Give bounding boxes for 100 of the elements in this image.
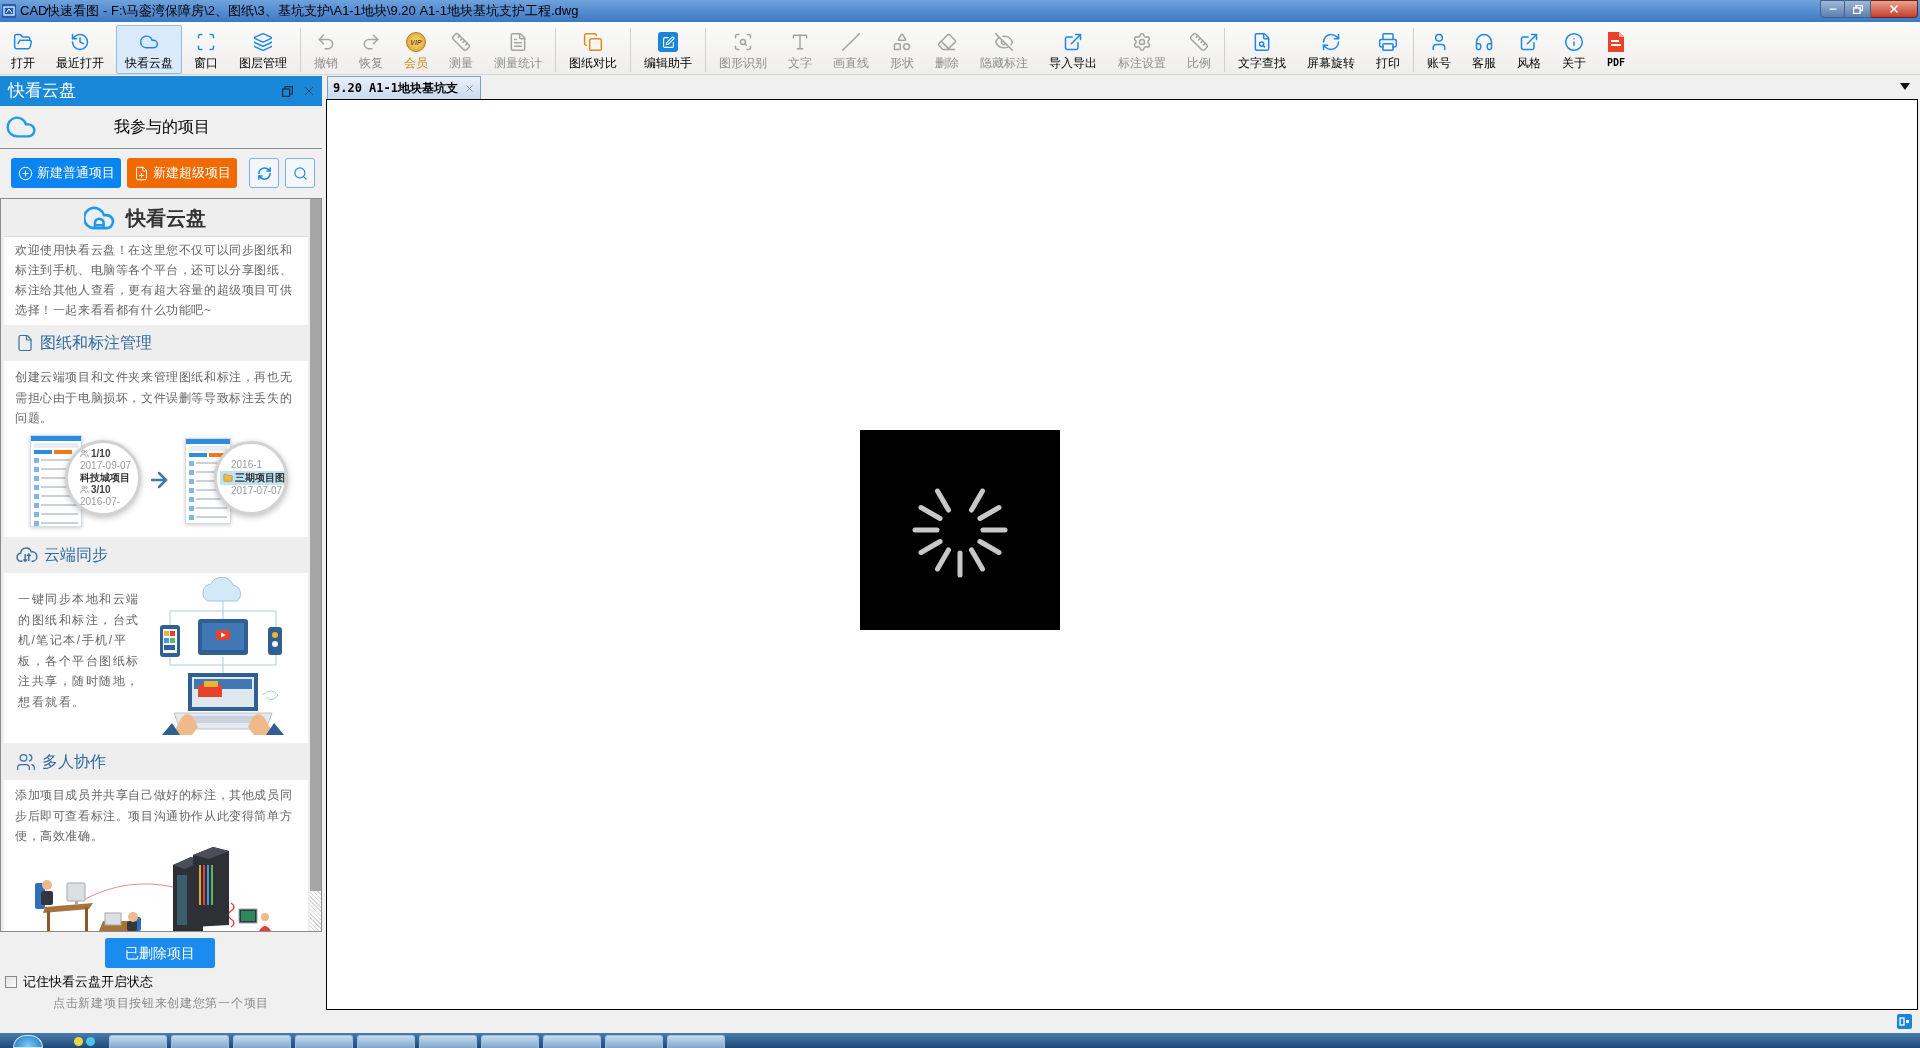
- window-title: CAD快速看图 - F:\马銮湾保障房\2、图纸\3、基坑支护\A1-1地块\9.20 A1-1地块基坑支护工程.dwg: [20, 3, 579, 19]
- magnified-text: 3/10: [91, 483, 111, 496]
- toolbar-button[interactable]: 账号: [1418, 25, 1460, 74]
- hint-text: 点击新建项目按钮来创建您第一个项目: [53, 997, 269, 1010]
- cloud-drive-icon: [84, 204, 116, 231]
- restore-icon: [1852, 4, 1863, 14]
- section-title: 云端同步: [44, 545, 108, 565]
- taskbar-button[interactable]: [419, 1035, 477, 1048]
- toolbar-button[interactable]: 编辑助手: [635, 25, 701, 74]
- pdf-file-icon: [1608, 32, 1625, 52]
- start-button[interactable]: [13, 1035, 43, 1048]
- toolbar-button[interactable]: 关于: [1553, 25, 1595, 74]
- taskbar-button[interactable]: [605, 1035, 663, 1048]
- toolbar-button[interactable]: 文字查找: [1229, 25, 1295, 74]
- clock-arrow-icon: [70, 32, 90, 52]
- magnified-text: 1/10: [91, 447, 111, 460]
- plus-circle-icon: [17, 165, 33, 181]
- cloud-sync-icon: [16, 546, 38, 564]
- section-text: 一键同步本地和云端的图纸和标注，台式机/笔记本/手机/平板，各个平台图纸标注共享，随时随地，想看就看。: [18, 591, 141, 711]
- intro-title: 快看云盘: [126, 205, 206, 231]
- layers-icon: [253, 32, 273, 52]
- magnified-text: 2016-07-: [80, 495, 121, 508]
- document-icon: [508, 32, 528, 52]
- users-icon: [80, 449, 89, 458]
- restore-button[interactable]: [1845, 0, 1871, 18]
- overlapping-squares-icon: [583, 32, 603, 52]
- pen-tile-icon: [658, 32, 678, 52]
- magnified-text: 2016-1: [231, 458, 263, 471]
- toolbar-button[interactable]: 导入导出: [1040, 25, 1106, 74]
- taskbar-button[interactable]: [109, 1035, 167, 1048]
- search-icon: [292, 165, 308, 181]
- document-search-icon: [1252, 32, 1272, 52]
- user-icon: [1429, 32, 1449, 52]
- toolbar-button[interactable]: 图层管理: [230, 25, 296, 74]
- close-icon[interactable]: [302, 84, 316, 98]
- eye-off-icon: [994, 32, 1014, 52]
- ruler-icon: [451, 32, 471, 52]
- users-icon: [80, 485, 89, 494]
- section-text: 创建云端项目和文件夹来管理图纸和标注，再也无需担心由于电脑损坏，文件误删等导致标注丢失的问题。: [14, 369, 294, 427]
- frame-corners-icon: [196, 32, 216, 52]
- checkbox-label: 记住快看云盘开启状态: [23, 975, 153, 988]
- folder-open-icon: [13, 32, 33, 52]
- status-icon[interactable]: [1897, 1014, 1912, 1029]
- toolbar-button[interactable]: PDF: [1598, 25, 1635, 74]
- panel-title: 快看云盘: [8, 80, 76, 103]
- dropdown-arrow-icon[interactable]: [1900, 83, 1910, 90]
- cloud-icon: [139, 32, 159, 52]
- toolbar-button[interactable]: 快看云盘: [116, 25, 182, 74]
- printer-icon: [1378, 32, 1398, 52]
- checkbox[interactable]: [5, 975, 17, 988]
- info-icon: [1564, 32, 1584, 52]
- toolbar-button[interactable]: 最近打开: [47, 25, 113, 74]
- magnified-text: 2017-07-07: [231, 484, 283, 497]
- taskbar-button[interactable]: [233, 1035, 291, 1048]
- toolbar-button[interactable]: 风格: [1508, 25, 1550, 74]
- sync-button[interactable]: [249, 158, 279, 188]
- rotate-arrows-icon: [1321, 32, 1341, 52]
- folder-icon: [223, 472, 233, 483]
- restore-icon[interactable]: [282, 85, 293, 97]
- toolbar-button[interactable]: 打开: [2, 25, 44, 74]
- close-icon[interactable]: [464, 82, 476, 94]
- toolbar-button[interactable]: 客服: [1463, 25, 1505, 74]
- toolbar-button[interactable]: 打印: [1367, 25, 1409, 74]
- search-button[interactable]: [285, 158, 315, 188]
- magnified-text: 三期项目图: [235, 471, 285, 484]
- taskbar-button[interactable]: [667, 1035, 725, 1048]
- new-project-button[interactable]: 新建普通项目: [11, 158, 121, 188]
- app-logo-icon: [2, 4, 16, 18]
- shapes-icon: [892, 32, 912, 52]
- section-title: 图纸和标注管理: [40, 333, 152, 353]
- document-tab[interactable]: 9.20 A1-1地块基坑支: [327, 76, 482, 99]
- text-icon: [790, 32, 810, 52]
- magnified-text: 科技城项目: [80, 471, 130, 484]
- magnified-text: 2017-09-07: [80, 459, 132, 472]
- taskbar-button[interactable]: [295, 1035, 353, 1048]
- toolbar-button[interactable]: 屏幕旋转: [1298, 25, 1364, 74]
- square-arrow-icon: [1519, 32, 1539, 52]
- intro-text: 欢迎使用快看云盘！在这里您不仅可以同步图纸和标注到手机、电脑等各个平台，还可以分享图纸、标注给其他人查看，更有超大容量的超级项目可供选择！一起来看看都有什么功能吧~: [14, 242, 294, 319]
- toolbar-button[interactable]: 图纸对比: [560, 25, 626, 74]
- section-text: 添加项目成员并共享自己做好的标注，其他成员同步后即可查看标注。项目沟通协作从此变得简单方便，高效准确。: [14, 787, 294, 845]
- close-icon: [1888, 3, 1900, 15]
- close-button[interactable]: [1871, 0, 1918, 18]
- taskbar-button[interactable]: [171, 1035, 229, 1048]
- taskbar-button[interactable]: [357, 1035, 415, 1048]
- sync-arrows-icon: [256, 165, 272, 181]
- redo-icon: [361, 32, 381, 52]
- toolbar-button[interactable]: 窗口: [185, 25, 227, 74]
- headset-icon: [1474, 32, 1494, 52]
- users-icon: [16, 751, 36, 772]
- file-plus-icon: [133, 165, 149, 181]
- taskbar-button[interactable]: [543, 1035, 601, 1048]
- section-heading: 我参与的项目: [114, 117, 210, 137]
- undo-icon: [316, 32, 336, 52]
- section-title: 多人协作: [42, 751, 106, 772]
- minimize-button[interactable]: [1820, 0, 1845, 18]
- export-arrow-icon: [1063, 32, 1083, 52]
- taskbar-button[interactable]: [481, 1035, 539, 1048]
- gear-icon: [1132, 32, 1152, 52]
- ruler-icon: [1189, 32, 1209, 52]
- file-icon: [16, 334, 34, 352]
